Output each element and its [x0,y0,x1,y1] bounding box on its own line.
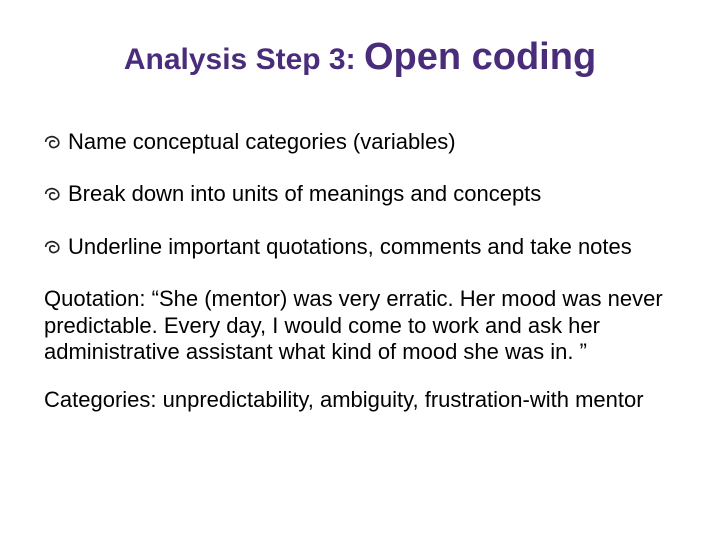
slide-body: Name conceptual categories (variables) B… [40,129,680,414]
bullet-text: Underline important quotations, comments… [68,234,670,260]
swirl-bullet-icon [44,131,68,157]
bullet-text: Break down into units of meanings and co… [68,181,670,207]
swirl-bullet-icon [44,183,68,209]
quotation-text: Quotation: “She (mentor) was very errati… [44,286,670,365]
slide: Analysis Step 3: Open coding Name concep… [0,0,720,540]
title-main: Open coding [364,36,596,78]
swirl-bullet-icon [44,236,68,262]
slide-title: Analysis Step 3: Open coding [40,36,680,79]
categories-text: Categories: unpredictability, ambiguity,… [44,387,670,413]
list-item: Break down into units of meanings and co… [44,181,670,209]
title-prefix: Analysis Step 3: [124,43,364,76]
list-item: Underline important quotations, comments… [44,234,670,262]
bullet-text: Name conceptual categories (variables) [68,129,670,155]
list-item: Name conceptual categories (variables) [44,129,670,157]
